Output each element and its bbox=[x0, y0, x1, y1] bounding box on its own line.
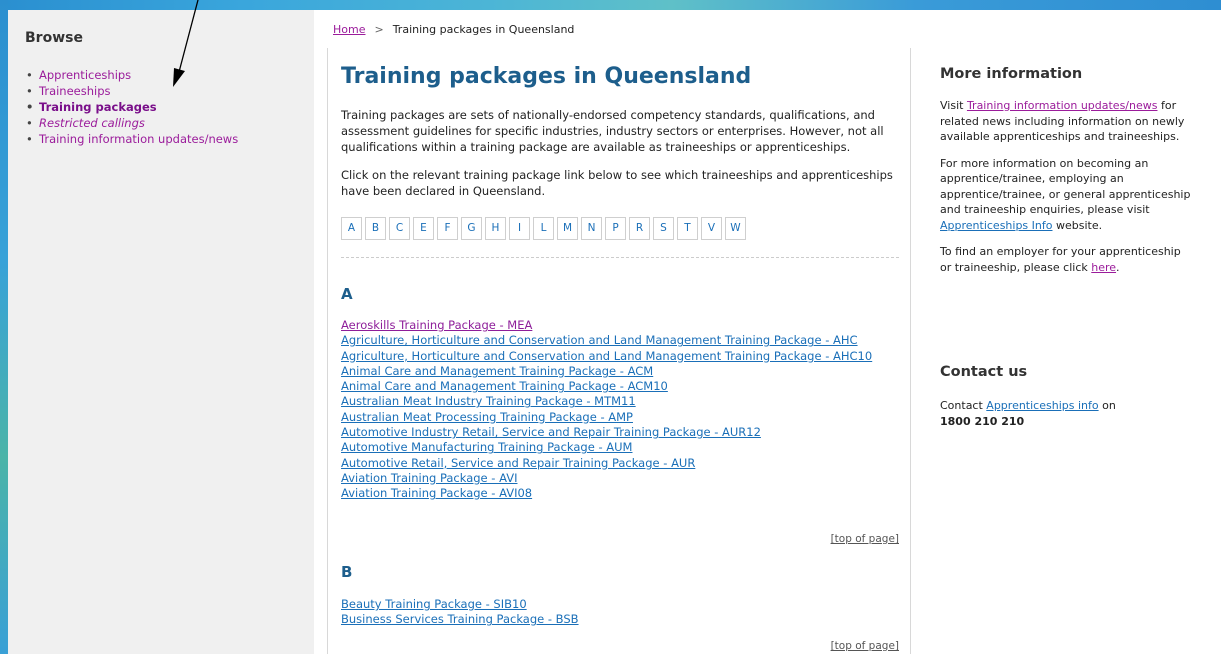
annotation-arrow-icon bbox=[173, 0, 199, 87]
